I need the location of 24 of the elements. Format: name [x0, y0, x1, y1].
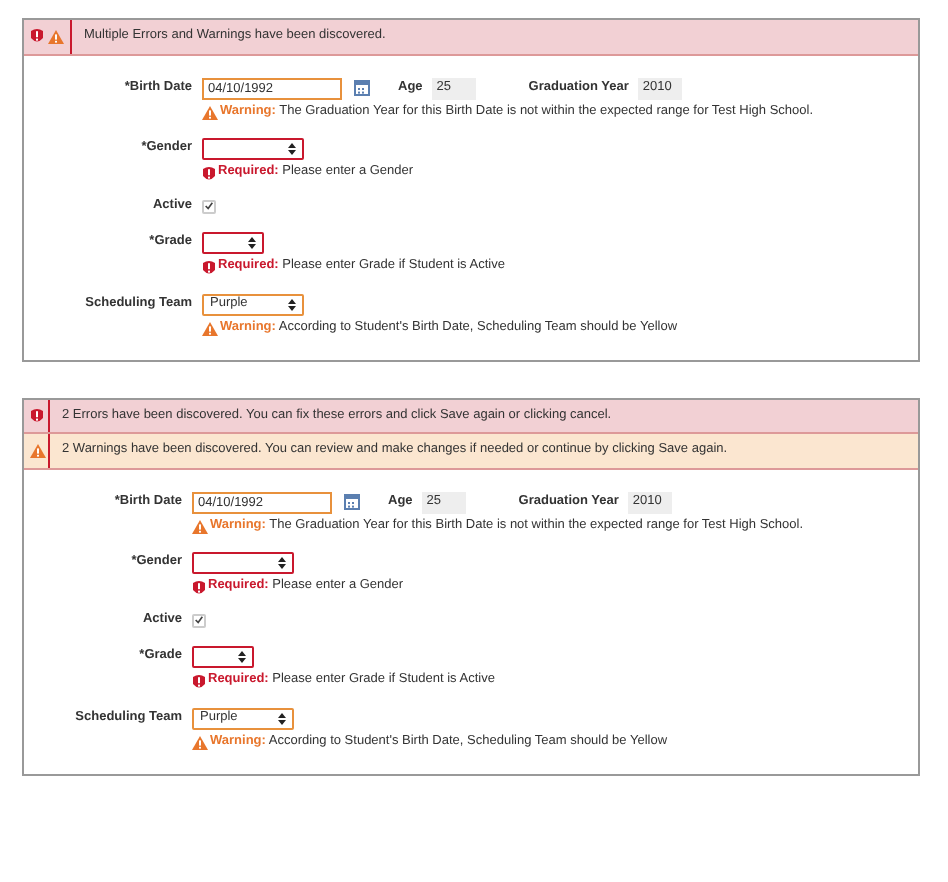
error-icon [30, 407, 44, 424]
checkbox[interactable] [202, 199, 216, 213]
warning-icon [192, 519, 208, 533]
error-icon [192, 579, 206, 595]
error-icon [192, 673, 206, 689]
select-dropdown[interactable] [202, 231, 264, 253]
error-icon [202, 259, 216, 275]
select-caret-icon [248, 235, 256, 249]
warning-icon [202, 321, 218, 335]
error-icon [202, 165, 216, 181]
select-dropdown[interactable] [192, 645, 254, 667]
calendar-icon[interactable] [344, 494, 360, 510]
warning-icon [30, 443, 46, 458]
warning-icon [202, 105, 218, 119]
select-caret-icon [278, 555, 286, 569]
warning-icon [48, 29, 64, 44]
error-icon [30, 28, 44, 45]
select-caret-icon [238, 649, 246, 663]
select-caret-icon [288, 297, 296, 311]
select-caret-icon [288, 141, 296, 155]
checkbox[interactable] [192, 613, 206, 627]
warning-icon [192, 735, 208, 749]
calendar-icon[interactable] [354, 80, 370, 96]
select-caret-icon [278, 711, 286, 725]
